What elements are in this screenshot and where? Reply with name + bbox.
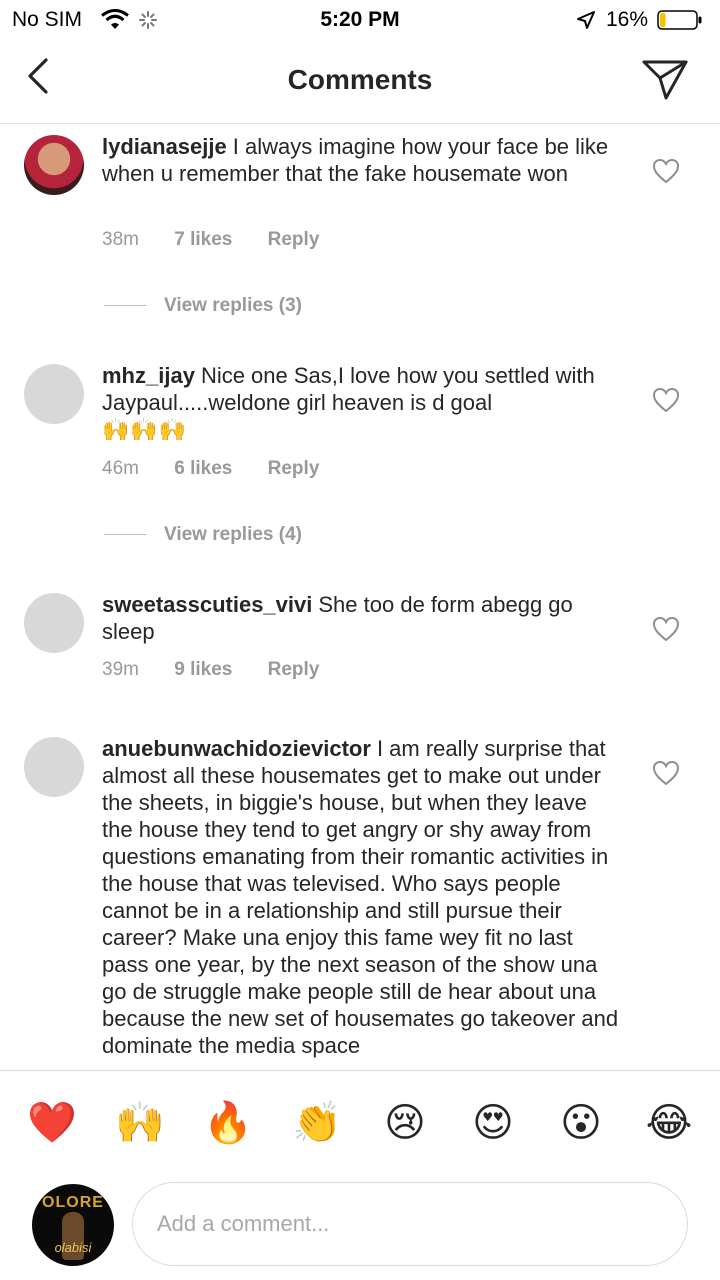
- heart-icon[interactable]: [652, 387, 680, 413]
- view-replies-button[interactable]: View replies (4): [104, 524, 302, 546]
- comment-emojis: 🙌🙌🙌: [102, 417, 188, 442]
- comment-meta: 39m 9 likes Reply: [102, 659, 349, 681]
- comment-text: anuebunwachidozievictor I am really surpr…: [102, 735, 622, 1059]
- view-replies-button[interactable]: View replies (3): [104, 295, 302, 317]
- comment-input[interactable]: [157, 1211, 687, 1237]
- comment-username[interactable]: sweetasscuties_vivi: [102, 592, 312, 617]
- comment-composer: OLORE olabisi: [0, 1170, 720, 1280]
- avatar-script-text: olabisi: [54, 1240, 92, 1255]
- comment-meta: 38m 7 likes Reply: [102, 229, 349, 251]
- emoji-quick-bar: ❤️ 🙌 🔥 👏 😢 😍 😮 😂: [0, 1098, 720, 1148]
- comment-input-container[interactable]: [132, 1182, 688, 1266]
- activity-spinner-icon: [139, 11, 157, 29]
- heart-eyes-emoji-button[interactable]: 😍: [468, 1098, 518, 1148]
- comments-header: Comments: [0, 40, 720, 124]
- avatar[interactable]: [24, 593, 84, 653]
- surprised-emoji-button[interactable]: 😮: [556, 1098, 606, 1148]
- battery-percentage: 16%: [606, 8, 649, 31]
- wifi-icon: [101, 9, 129, 29]
- heart-icon[interactable]: [652, 760, 680, 786]
- clapping-emoji-button[interactable]: 👏: [292, 1098, 342, 1148]
- comment-likes[interactable]: 6 likes: [174, 458, 232, 480]
- page-title: Comments: [287, 64, 433, 95]
- comment-likes[interactable]: 7 likes: [174, 229, 232, 251]
- divider-line: [104, 305, 146, 307]
- reply-button[interactable]: Reply: [268, 458, 320, 480]
- comment-username[interactable]: anuebunwachidozievictor: [102, 736, 371, 761]
- view-replies-label: View replies (4): [164, 524, 302, 545]
- reply-button[interactable]: Reply: [268, 229, 320, 251]
- view-replies-label: View replies (3): [164, 295, 302, 316]
- comments-list[interactable]: lydianasejje I always imagine how your fa…: [0, 125, 720, 1070]
- comment-username[interactable]: mhz_ijay: [102, 363, 195, 388]
- avatar[interactable]: [24, 737, 84, 797]
- avatar-logo-text: OLORE: [42, 1194, 104, 1211]
- back-chevron-icon[interactable]: [22, 56, 56, 96]
- comment-username[interactable]: lydianasejje: [102, 134, 227, 159]
- laughing-emoji-button[interactable]: 😂: [644, 1098, 694, 1148]
- comment-time: 46m: [102, 458, 139, 479]
- carrier-label: No SIM: [12, 8, 83, 31]
- status-bar: No SIM 5:20 PM 16%: [0, 0, 720, 40]
- battery-icon: [657, 10, 702, 30]
- avatar[interactable]: [24, 364, 84, 424]
- fire-emoji-button[interactable]: 🔥: [203, 1098, 253, 1148]
- comment-time: 38m: [102, 229, 139, 250]
- comment-text: mhz_ijay Nice one Sas,I love how you sett…: [102, 362, 622, 443]
- crying-emoji-button[interactable]: 😢: [380, 1098, 430, 1148]
- location-arrow-icon: [577, 11, 595, 29]
- comment-likes[interactable]: 9 likes: [174, 659, 232, 681]
- heart-emoji-button[interactable]: ❤️: [27, 1098, 77, 1148]
- direct-send-icon[interactable]: [640, 56, 690, 102]
- current-user-avatar[interactable]: OLORE olabisi: [32, 1184, 114, 1266]
- comment-body: I am really surprise that almost all the…: [102, 736, 619, 1058]
- comment-time: 39m: [102, 659, 139, 680]
- heart-icon[interactable]: [652, 616, 680, 642]
- comment-text: lydianasejje I always imagine how your fa…: [102, 133, 622, 187]
- comment-meta: 46m 6 likes Reply: [102, 458, 349, 480]
- divider-line: [104, 534, 146, 536]
- avatar[interactable]: [24, 135, 84, 195]
- reply-button[interactable]: Reply: [268, 659, 320, 681]
- raising-hands-emoji-button[interactable]: 🙌: [115, 1098, 165, 1148]
- comment-text: sweetasscuties_vivi She too de form abegg…: [102, 591, 622, 645]
- heart-icon[interactable]: [652, 158, 680, 184]
- divider: [0, 1070, 720, 1071]
